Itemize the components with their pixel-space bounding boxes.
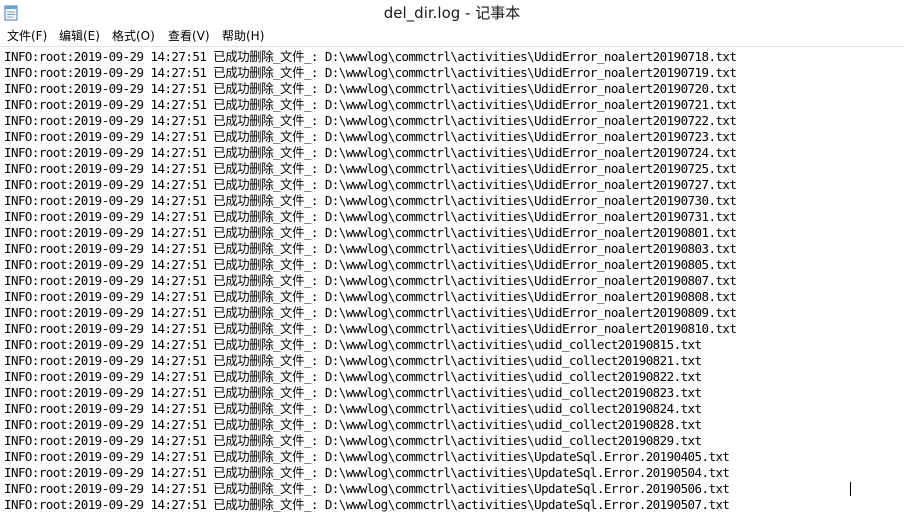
log-line[interactable]: INFO:root:2019-09-29 14:27:51 已成功删除_文件_:… (4, 305, 737, 321)
menu-file[interactable]: 文件(F) (5, 26, 49, 46)
log-line[interactable]: INFO:root:2019-09-29 14:27:51 已成功删除_文件_:… (4, 369, 702, 385)
log-line[interactable]: INFO:root:2019-09-29 14:27:51 已成功删除_文件_:… (4, 465, 730, 481)
log-line[interactable]: INFO:root:2019-09-29 14:27:51 已成功删除_文件_:… (4, 81, 737, 97)
text-editor-area[interactable]: INFO:root:2019-09-29 14:27:51 已成功删除_文件_:… (0, 47, 904, 521)
log-line[interactable]: INFO:root:2019-09-29 14:27:51 已成功删除_文件_:… (4, 273, 737, 289)
window-title: del_dir.log - 记事本 (383, 4, 521, 22)
log-line[interactable]: INFO:root:2019-09-29 14:27:51 已成功删除_文件_:… (4, 225, 737, 241)
log-line[interactable]: INFO:root:2019-09-29 14:27:51 已成功删除_文件_:… (4, 145, 737, 161)
menu-help[interactable]: 帮助(H) (220, 26, 266, 46)
log-line[interactable]: INFO:root:2019-09-29 14:27:51 已成功删除_文件_:… (4, 209, 737, 225)
log-line[interactable]: INFO:root:2019-09-29 14:27:51 已成功删除_文件_:… (4, 417, 702, 433)
log-line[interactable]: INFO:root:2019-09-29 14:27:51 已成功删除_文件_:… (4, 177, 737, 193)
log-line[interactable]: INFO:root:2019-09-29 14:27:51 已成功删除_文件_:… (4, 401, 702, 417)
log-line[interactable]: INFO:root:2019-09-29 14:27:51 已成功删除_文件_:… (4, 289, 737, 305)
log-line[interactable]: INFO:root:2019-09-29 14:27:51 已成功删除_文件_:… (4, 113, 737, 129)
log-line[interactable]: INFO:root:2019-09-29 14:27:51 已成功删除_文件_:… (4, 385, 702, 401)
log-line[interactable]: INFO:root:2019-09-29 14:27:51 已成功删除_文件_:… (4, 257, 737, 273)
log-line[interactable]: INFO:root:2019-09-29 14:27:51 已成功删除_文件_:… (4, 241, 737, 257)
log-line[interactable]: INFO:root:2019-09-29 14:27:51 已成功删除_文件_:… (4, 49, 737, 65)
log-line[interactable]: INFO:root:2019-09-29 14:27:51 已成功删除_文件_:… (4, 321, 737, 337)
log-line[interactable]: INFO:root:2019-09-29 14:27:51 已成功删除_文件_:… (4, 353, 702, 369)
menu-view[interactable]: 查看(V) (166, 26, 212, 46)
log-line[interactable]: INFO:root:2019-09-29 14:27:51 已成功删除_文件_:… (4, 129, 737, 145)
log-line[interactable]: INFO:root:2019-09-29 14:27:51 已成功删除_文件_:… (4, 337, 702, 353)
menu-edit[interactable]: 编辑(E) (57, 26, 102, 46)
log-line[interactable]: INFO:root:2019-09-29 14:27:51 已成功删除_文件_:… (4, 161, 737, 177)
log-line[interactable]: INFO:root:2019-09-29 14:27:51 已成功删除_文件_:… (4, 481, 730, 497)
menu-bar: 文件(F) 编辑(E) 格式(O) 查看(V) 帮助(H) (0, 26, 904, 47)
log-line[interactable]: INFO:root:2019-09-29 14:27:51 已成功删除_文件_:… (4, 97, 737, 113)
text-caret (850, 482, 851, 496)
title-bar[interactable]: del_dir.log - 记事本 (0, 0, 904, 26)
log-line[interactable]: INFO:root:2019-09-29 14:27:51 已成功删除_文件_:… (4, 193, 737, 209)
log-line[interactable]: INFO:root:2019-09-29 14:27:51 已成功删除_文件_:… (4, 497, 730, 513)
log-line[interactable]: INFO:root:2019-09-29 14:27:51 已成功删除_文件_:… (4, 449, 730, 465)
log-line[interactable]: INFO:root:2019-09-29 14:27:51 已成功删除_文件_:… (4, 65, 737, 81)
log-line[interactable]: INFO:root:2019-09-29 14:27:51 已成功删除_文件_:… (4, 433, 702, 449)
menu-format[interactable]: 格式(O) (110, 26, 157, 46)
